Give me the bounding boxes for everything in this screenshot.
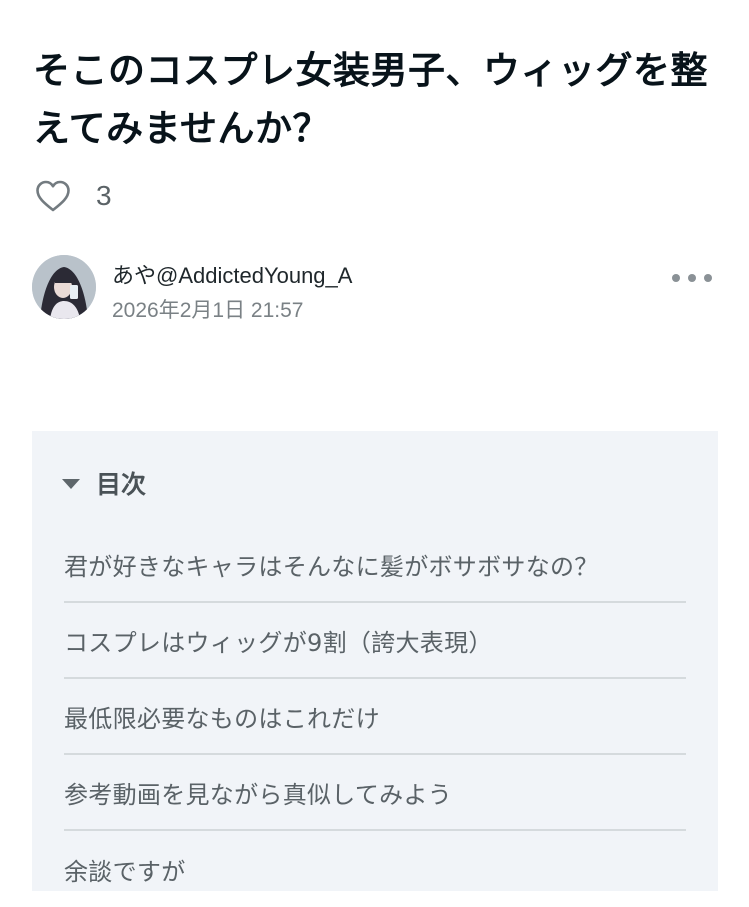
toc-title: 目次 bbox=[96, 470, 147, 499]
caret-down-icon bbox=[62, 479, 80, 489]
more-options-button[interactable] bbox=[672, 269, 712, 287]
ellipsis-horizontal-icon bbox=[672, 274, 680, 282]
toc-item[interactable]: 参考動画を見ながら真似してみよう bbox=[64, 755, 686, 831]
author-block: あや@AddictedYoung_A 2026年2月1日 21:57 bbox=[32, 255, 722, 322]
ellipsis-dot bbox=[704, 274, 712, 282]
table-of-contents: 目次 君が好きなキャラはそんなに髪がボサボサなの？ コスプレはウィッグが9割（誇… bbox=[32, 431, 718, 891]
toc-item[interactable]: 最低限必要なものはこれだけ bbox=[64, 679, 686, 755]
toc-item[interactable]: 余談ですが bbox=[64, 831, 686, 907]
toc-list: 君が好きなキャラはそんなに髪がボサボサなの？ コスプレはウィッグが9割（誇大表現… bbox=[64, 527, 686, 907]
heart-outline-icon[interactable] bbox=[35, 180, 71, 212]
toc-toggle[interactable]: 目次 bbox=[62, 465, 146, 501]
post-date: 2026年2月1日 21:57 bbox=[112, 299, 304, 322]
ellipsis-dot bbox=[688, 274, 696, 282]
author-name[interactable]: あや@AddictedYoung_A bbox=[112, 258, 352, 290]
like-button[interactable] bbox=[34, 177, 72, 215]
like-count: 3 bbox=[96, 180, 112, 211]
like-row: 3 bbox=[34, 176, 112, 216]
author-avatar[interactable] bbox=[32, 255, 96, 319]
toc-item[interactable]: コスプレはウィッグが9割（誇大表現） bbox=[64, 603, 686, 679]
article-title: そこのコスプレ女装男子、ウィッグを整えてみませんか？ bbox=[33, 49, 708, 150]
toc-item[interactable]: 君が好きなキャラはそんなに髪がボサボサなの？ bbox=[64, 527, 686, 603]
avatar-image bbox=[32, 255, 96, 319]
